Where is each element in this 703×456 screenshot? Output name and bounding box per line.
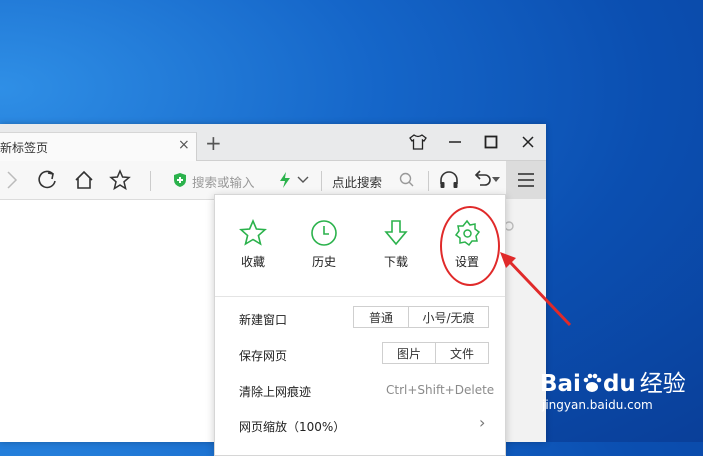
headphones-icon[interactable] bbox=[438, 169, 460, 191]
menu-downloads[interactable]: 下载 bbox=[366, 219, 426, 270]
annotation-circle bbox=[440, 206, 500, 286]
zoom-item[interactable]: 网页缩放（100%） bbox=[239, 418, 345, 435]
watermark-url: jingyan.baidu.com bbox=[542, 398, 653, 412]
tab-new-tab[interactable]: 新标签页 × bbox=[0, 132, 197, 161]
paw-icon bbox=[583, 373, 602, 392]
new-window-normal-button[interactable]: 普通 bbox=[353, 306, 409, 328]
minimize-icon[interactable] bbox=[445, 132, 465, 152]
jingyan-label: 经验 bbox=[639, 371, 686, 397]
toolbar-divider bbox=[150, 171, 151, 191]
baidu-logo: Bai du bbox=[540, 371, 636, 397]
new-window-private-button[interactable]: 小号/无痕 bbox=[408, 306, 489, 328]
chevron-down-icon[interactable] bbox=[292, 169, 314, 191]
tab-title: 新标签页 bbox=[0, 141, 49, 155]
chevron-right-icon[interactable]: › bbox=[479, 413, 485, 432]
toolbar-divider bbox=[321, 171, 322, 191]
bookmark-star-icon[interactable] bbox=[109, 169, 131, 191]
clock-icon bbox=[311, 220, 337, 246]
search-icon[interactable] bbox=[396, 169, 418, 191]
tab-close-icon[interactable]: × bbox=[178, 137, 190, 153]
save-as-image-button[interactable]: 图片 bbox=[382, 342, 436, 364]
baidu-jingyan-watermark: Bai du 经验 jingyan.baidu.com bbox=[540, 364, 686, 412]
annotation-arrow bbox=[500, 252, 572, 327]
search-placeholder: 搜索或输入 bbox=[192, 175, 255, 190]
menu-favorites-label: 收藏 bbox=[240, 255, 265, 269]
search-keyword-button[interactable]: 点此搜索 bbox=[332, 172, 382, 191]
menu-history[interactable]: 历史 bbox=[294, 219, 354, 270]
main-menu-button[interactable] bbox=[506, 161, 546, 199]
home-icon[interactable] bbox=[73, 169, 95, 191]
menu-favorites[interactable]: 收藏 bbox=[223, 219, 283, 270]
save-as-file-button[interactable]: 文件 bbox=[435, 342, 489, 364]
forward-icon[interactable] bbox=[0, 169, 22, 191]
gear-partial-icon bbox=[505, 221, 514, 231]
refresh-icon[interactable] bbox=[36, 169, 58, 191]
toolbar-divider bbox=[428, 171, 429, 191]
security-shield-icon bbox=[174, 173, 186, 187]
menu-divider bbox=[215, 296, 505, 297]
menu-downloads-label: 下载 bbox=[383, 255, 408, 269]
maximize-icon[interactable] bbox=[481, 132, 501, 152]
skin-shirt-icon[interactable] bbox=[408, 132, 428, 152]
clear-traces-item[interactable]: 清除上网痕迹 bbox=[239, 383, 311, 400]
clear-traces-shortcut: Ctrl+Shift+Delete bbox=[386, 383, 495, 397]
download-icon bbox=[384, 220, 408, 246]
star-icon bbox=[239, 219, 267, 246]
new-tab-button[interactable]: + bbox=[205, 133, 222, 153]
title-bar: 新标签页 × + bbox=[0, 124, 546, 161]
close-window-icon[interactable] bbox=[518, 132, 538, 152]
undo-dropdown-icon[interactable] bbox=[490, 169, 502, 191]
hamburger-icon bbox=[518, 173, 534, 187]
menu-history-label: 历史 bbox=[311, 255, 336, 269]
save-page-label: 保存网页 bbox=[239, 349, 288, 363]
new-window-label: 新建窗口 bbox=[239, 313, 288, 327]
